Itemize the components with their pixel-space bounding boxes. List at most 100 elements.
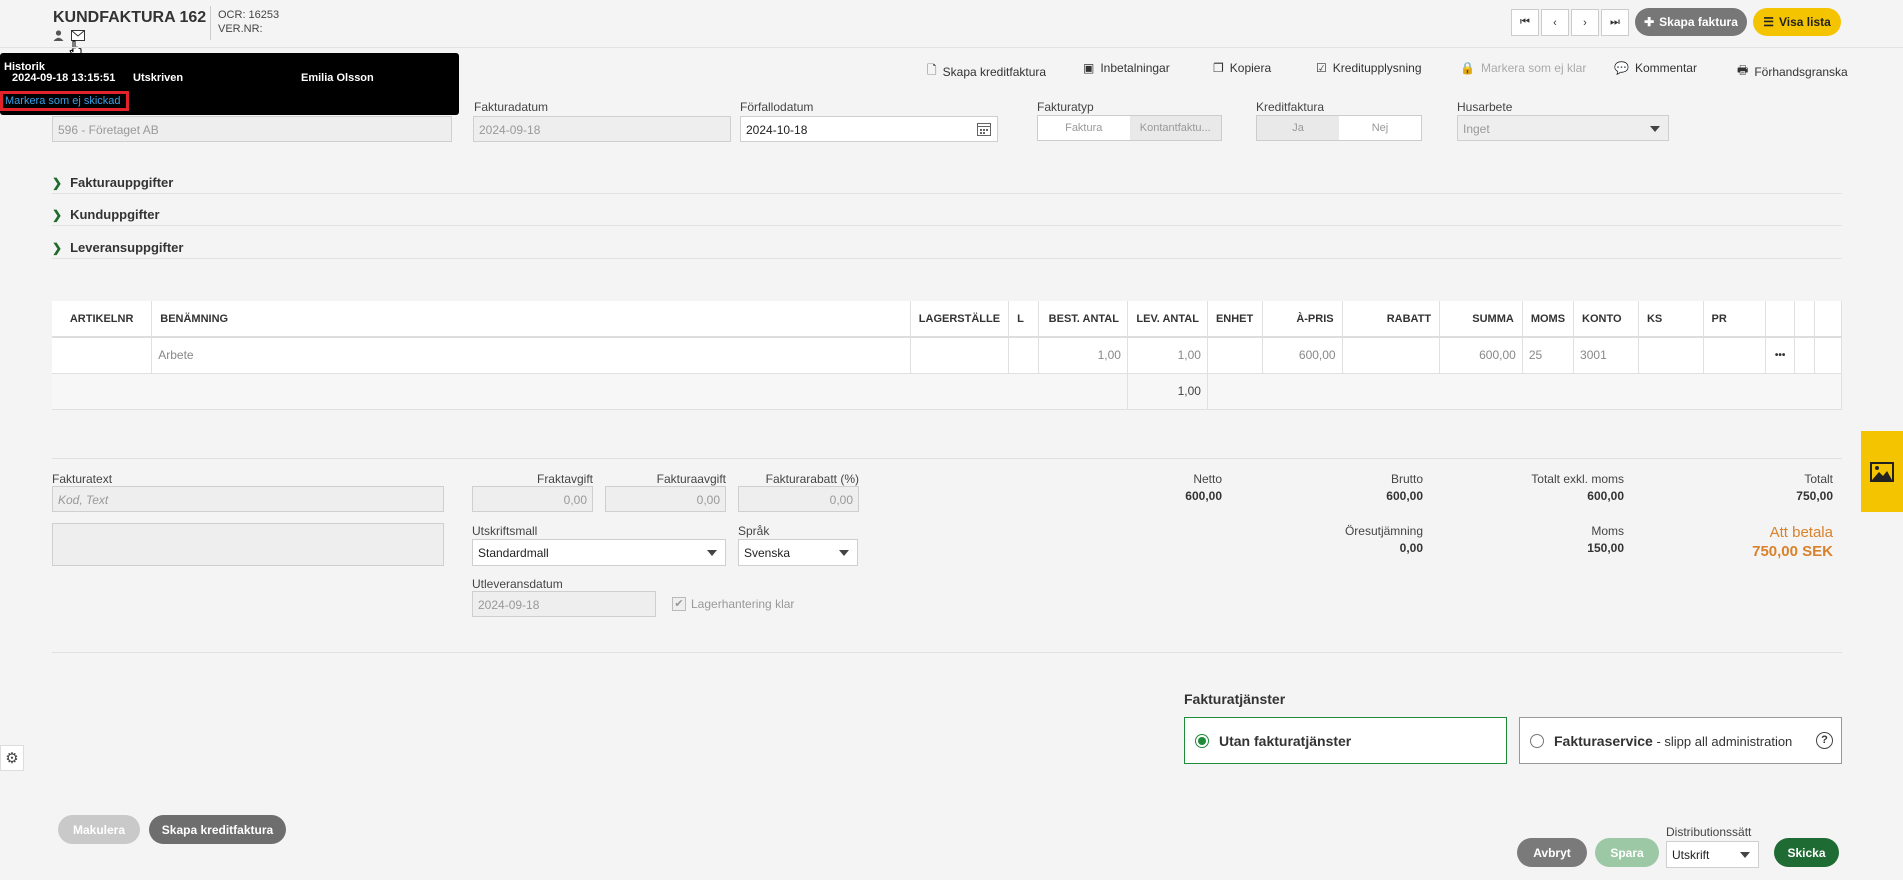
create-credit-toolbar-item[interactable]: 🗋 Skapa kreditfaktura (927, 61, 1046, 82)
cancel-invoice-button: Makulera (58, 815, 140, 844)
delivery-date-input[interactable]: 2024-09-18 (472, 591, 656, 617)
invoice-type-cash[interactable]: Kontantfaktu... (1129, 116, 1221, 140)
col-extra-3 (1814, 301, 1842, 338)
col-lev-antal[interactable]: LEV. ANTAL (1127, 301, 1208, 338)
prev-invoice-button[interactable]: ‹ (1541, 9, 1569, 36)
no-services-option[interactable]: Utan fakturatjänster (1184, 717, 1507, 764)
col-ks[interactable]: KS (1638, 301, 1704, 338)
section-invoice-details[interactable]: ❯ Fakturauppgifter (52, 172, 1842, 194)
col-benamning[interactable]: BENÄMNING (151, 301, 911, 338)
cell-lev-antal[interactable]: 1,00 (1127, 337, 1208, 374)
col-rabatt[interactable]: RABATT (1342, 301, 1441, 338)
cell-pr[interactable] (1703, 337, 1767, 374)
cell-apris[interactable]: 600,00 (1262, 337, 1343, 374)
radio-selected[interactable] (1195, 733, 1209, 748)
col-pr[interactable]: PR (1703, 301, 1767, 338)
show-list-button[interactable]: ☰ Visa lista (1753, 8, 1841, 36)
invoice-text-input[interactable]: Kod, Text (52, 486, 444, 512)
section-customer-details[interactable]: ❯ Kunduppgifter (52, 204, 1842, 226)
freight-input[interactable]: 0,00 (472, 486, 593, 512)
mark-not-sent-link[interactable]: Markera som ej skickad (5, 95, 121, 107)
delivery-date-label: Utleveransdatum (472, 577, 563, 591)
cell-best-antal[interactable]: 1,00 (1038, 337, 1128, 374)
abort-button[interactable]: Avbryt (1517, 838, 1587, 867)
mark-unready-toolbar-item: 🔒 Markera som ej klar (1460, 61, 1587, 75)
copy-icon: ❐ (1213, 61, 1224, 75)
cell-artikelnr[interactable] (52, 337, 153, 374)
col-apris[interactable]: À-PRIS (1262, 301, 1343, 338)
send-button[interactable]: Skicka (1774, 838, 1839, 867)
cell-extra-2 (1794, 337, 1816, 374)
invoice-fee-input[interactable]: 0,00 (605, 486, 726, 512)
col-konto[interactable]: KONTO (1573, 301, 1639, 338)
history-user: Emilia Olsson (301, 72, 374, 84)
col-best-antal[interactable]: BEST. ANTAL (1038, 301, 1128, 338)
credit-check-toolbar-item[interactable]: ☑ Kreditupplysning (1316, 61, 1422, 75)
cell-ks[interactable] (1638, 337, 1704, 374)
col-l[interactable]: L (1008, 301, 1039, 338)
comment-toolbar-item[interactable]: 💬 Kommentar (1614, 61, 1697, 75)
create-invoice-button[interactable]: ✚ Skapa faktura (1635, 8, 1747, 36)
ocr-number: OCR: 16253 (218, 9, 280, 21)
gross-total: Brutto 600,00 (1386, 472, 1423, 503)
header-separator (0, 47, 1903, 48)
invoice-service-option[interactable]: Fakturaservice - slipp all administratio… (1519, 717, 1842, 764)
cell-l[interactable] (1008, 337, 1039, 374)
invoice-text-area[interactable] (52, 523, 444, 566)
cell-rabatt[interactable] (1342, 337, 1441, 374)
col-enhet[interactable]: ENHET (1207, 301, 1263, 338)
row-more-icon[interactable]: ••• (1765, 337, 1796, 374)
preview-toolbar-item[interactable]: 🖶 Förhandsgranska (1737, 61, 1848, 82)
credit-yes[interactable]: Ja (1257, 116, 1339, 140)
help-icon[interactable]: ? (1816, 732, 1833, 749)
payments-toolbar-item[interactable]: ▣ Inbetalningar (1083, 61, 1170, 75)
credit-no[interactable]: Nej (1339, 116, 1421, 140)
history-status: Utskriven (133, 72, 184, 84)
invoice-type-faktura[interactable]: Faktura (1038, 116, 1130, 140)
section-delivery-details[interactable]: ❯ Leveransuppgifter (52, 237, 1842, 259)
calendar-icon[interactable] (977, 122, 991, 139)
cell-konto[interactable]: 3001 (1573, 337, 1639, 374)
customer-field[interactable]: 596 - Företaget AB (52, 116, 452, 142)
col-lagerstalle[interactable]: LAGERSTÄLLE (910, 301, 1010, 338)
radio-unselected[interactable] (1530, 733, 1544, 748)
copy-toolbar-item[interactable]: ❐ Kopiera (1213, 61, 1271, 75)
due-date-field[interactable]: 2024-10-18 (740, 116, 998, 142)
cell-lagerstalle[interactable] (910, 337, 1010, 374)
next-invoice-button[interactable]: › (1571, 9, 1599, 36)
settings-gear-icon[interactable]: ⚙ (0, 745, 24, 771)
user-icon (53, 30, 64, 41)
table-row[interactable]: Arbete 1,00 1,00 600,00 600,00 25 3001 •… (52, 337, 1842, 374)
distribution-select[interactable]: Utskrift (1666, 841, 1759, 868)
create-credit-invoice-button[interactable]: Skapa kreditfaktura (149, 815, 286, 844)
language-label: Språk (738, 524, 770, 538)
list-icon: ☰ (1763, 15, 1774, 29)
cell-extra-3 (1814, 337, 1842, 374)
table-header-row: ARTIKELNR BENÄMNING LAGERSTÄLLE L BEST. … (52, 301, 1842, 338)
services-separator (52, 652, 1842, 653)
first-invoice-button[interactable]: ⏮ (1511, 9, 1539, 36)
invoice-date-field[interactable]: 2024-09-18 (473, 116, 731, 142)
cell-enhet[interactable] (1207, 337, 1263, 374)
ver-number: VER.NR: (218, 23, 263, 35)
col-artikelnr[interactable]: ARTIKELNR (52, 301, 153, 338)
stock-label: Lagerhantering klar (691, 597, 795, 611)
page-title: KUNDFAKTURA 162 (53, 9, 207, 26)
print-template-select[interactable]: Standardmall (472, 539, 726, 566)
cell-moms[interactable]: 25 (1522, 337, 1575, 374)
last-invoice-button[interactable]: ⏭ (1601, 9, 1629, 36)
rounding-total: Öresutjämning 0,00 (1344, 524, 1423, 555)
house-work-select[interactable]: Inget (1457, 115, 1669, 141)
language-select[interactable]: Svenska (738, 539, 858, 566)
credit-invoice-toggle: Ja Nej (1256, 115, 1422, 141)
chevron-down-icon (707, 550, 717, 556)
discount-input[interactable]: 0,00 (738, 486, 859, 512)
house-work-label: Husarbete (1457, 100, 1513, 114)
image-icon (1870, 461, 1894, 482)
cell-benamning[interactable]: Arbete (151, 337, 911, 374)
stock-checkbox[interactable]: ✔ (672, 597, 686, 611)
col-moms[interactable]: MOMS (1522, 301, 1575, 338)
image-sidebar-toggle[interactable] (1861, 431, 1903, 512)
col-summa[interactable]: SUMMA (1439, 301, 1523, 338)
invoice-date-label: Fakturadatum (474, 100, 549, 114)
